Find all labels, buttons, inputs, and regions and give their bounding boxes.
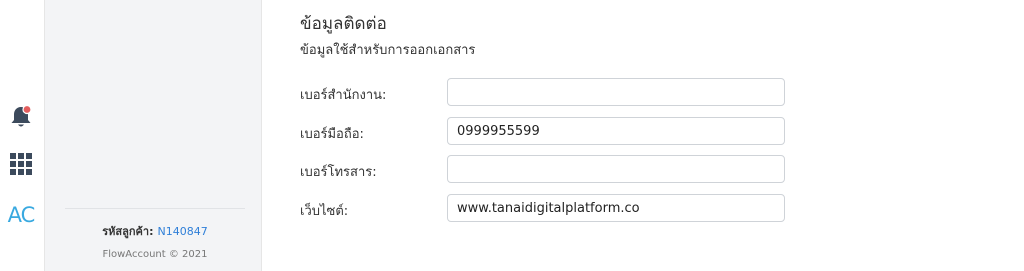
office-phone-label: เบอร์สำนักงาน: <box>300 88 387 103</box>
mobile-phone-label: เบอร์มือถือ: <box>300 127 364 142</box>
left-rail: AC <box>0 0 45 271</box>
mobile-phone-input[interactable] <box>447 117 785 145</box>
copyright-text: FlowAccount © 2021 <box>102 249 208 260</box>
website-label: เว็บไซต์: <box>300 204 349 219</box>
office-phone-row: เบอร์สำนักงาน: <box>300 78 790 107</box>
office-phone-input[interactable] <box>447 78 785 106</box>
side-panel: รหัสลูกค้า: N140847 FlowAccount © 2021 <box>45 0 262 271</box>
fax-label: เบอร์โทรสาร: <box>300 165 377 180</box>
fax-input[interactable] <box>447 155 785 183</box>
website-input[interactable] <box>447 194 785 222</box>
bell-icon[interactable] <box>9 104 33 130</box>
customer-code-value: N140847 <box>157 225 208 238</box>
section-title: ข้อมูลติดต่อ <box>300 14 387 34</box>
customer-code: รหัสลูกค้า: N140847 <box>65 222 245 240</box>
apps-grid-icon[interactable] <box>10 153 32 175</box>
sidebar-footer: รหัสลูกค้า: N140847 FlowAccount © 2021 <box>65 208 245 260</box>
website-row: เว็บไซต์: <box>300 194 790 223</box>
mobile-phone-row: เบอร์มือถือ: <box>300 117 790 146</box>
section-subtitle: ข้อมูลใช้สำหรับการออกเอกสาร <box>300 43 476 58</box>
contact-section: ข้อมูลติดต่อ ข้อมูลใช้สำหรับการออกเอกสาร… <box>262 0 1024 271</box>
customer-code-label: รหัสลูกค้า: <box>102 225 154 238</box>
avatar[interactable]: AC <box>4 198 38 232</box>
fax-row: เบอร์โทรสาร: <box>300 155 790 184</box>
